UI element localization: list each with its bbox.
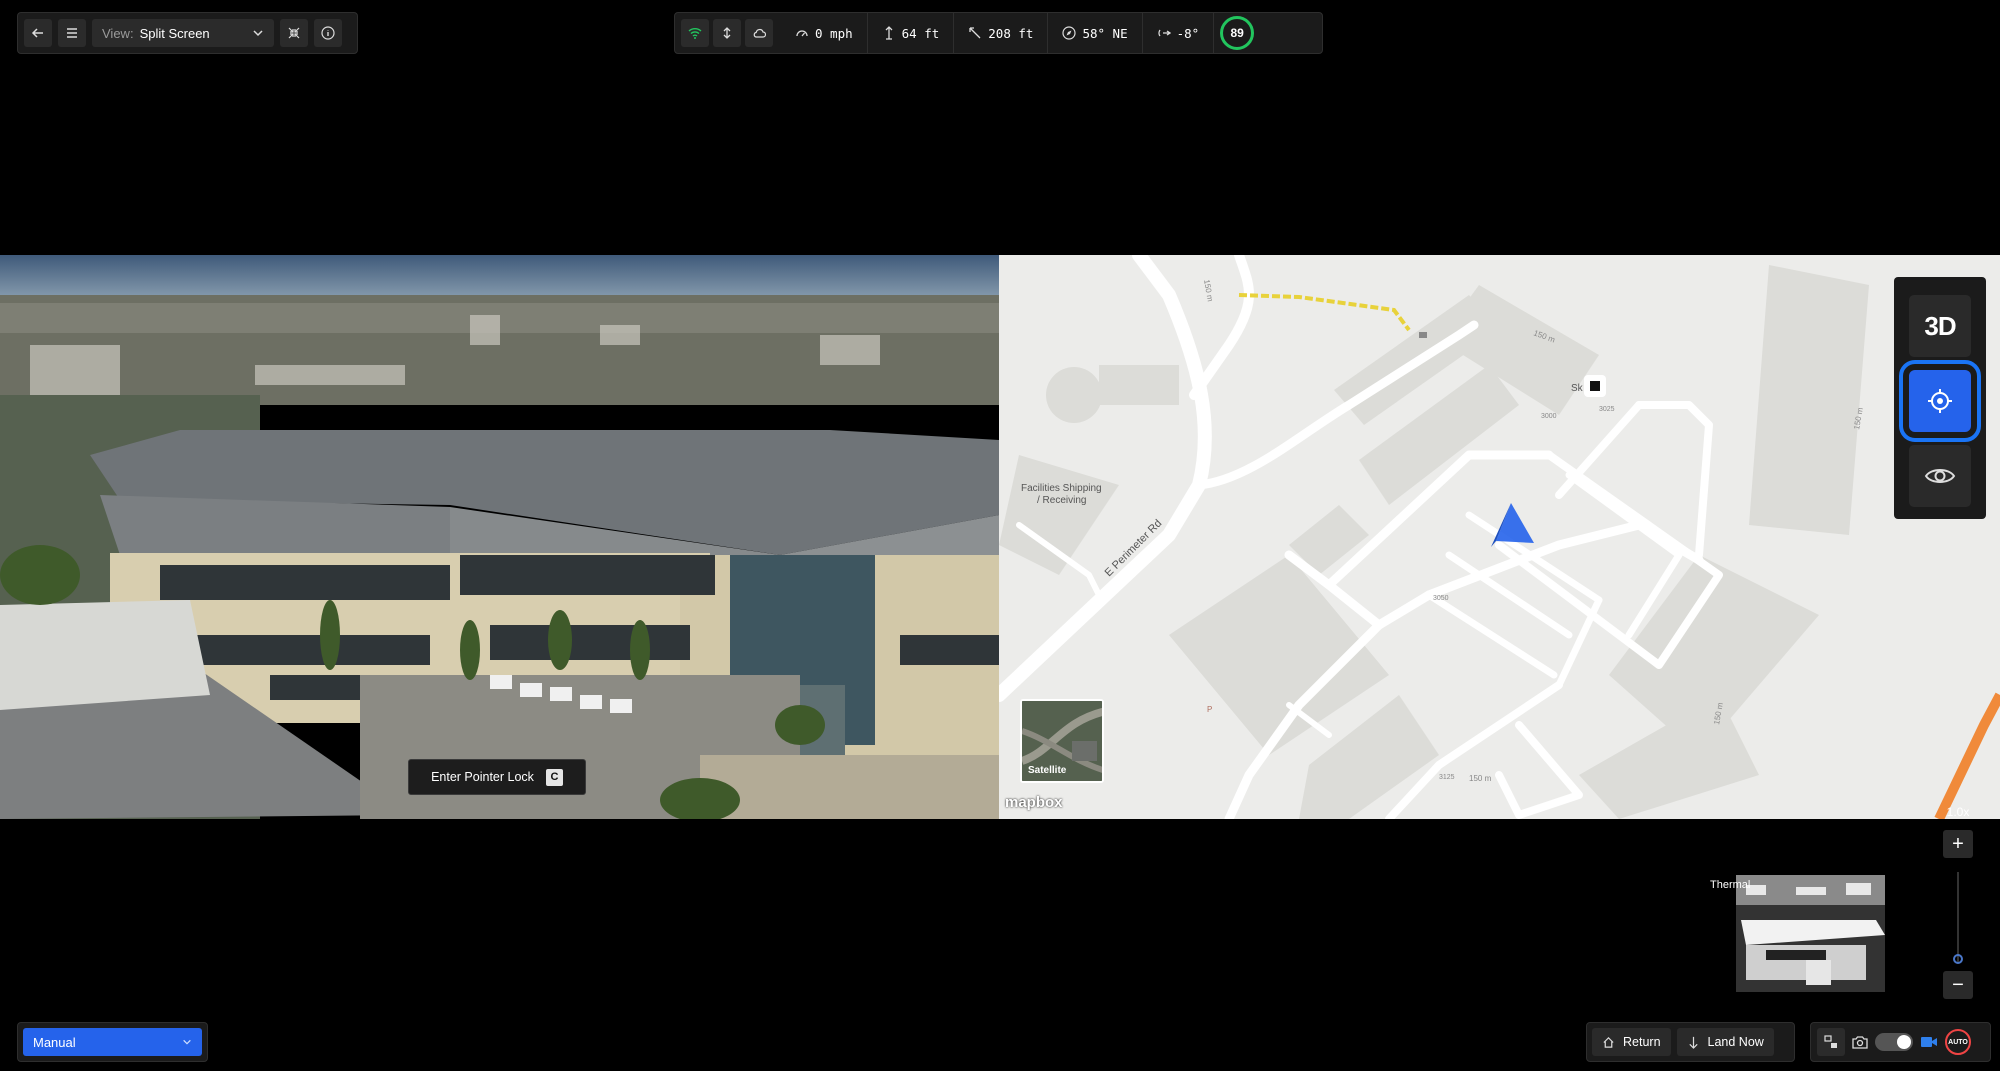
eye-icon	[1924, 469, 1956, 483]
map-label-150m-b: 150 m	[1469, 774, 1492, 783]
3d-view-button[interactable]: 3D	[1909, 295, 1971, 357]
map-view[interactable]: Facilities Shipping / Receiving E Perimet…	[999, 255, 2000, 819]
zoom-slider-handle[interactable]	[1953, 954, 1963, 964]
record-auto-button[interactable]: AUTO	[1945, 1029, 1971, 1055]
heading-value: 58° NE	[1082, 25, 1128, 41]
camera-controls-bar: AUTO	[1810, 1022, 1991, 1062]
map-label-parking: P	[1207, 705, 1212, 714]
gimbal-readout: -8°	[1143, 12, 1215, 54]
info-icon	[321, 26, 335, 40]
distance-readout: 208 ft	[954, 12, 1049, 54]
recenter-button[interactable]	[1899, 360, 1981, 442]
gimbal-value: -8°	[1176, 25, 1200, 41]
return-land-bar: Return Land Now	[1586, 1022, 1795, 1062]
view-toggle-button[interactable]	[1909, 445, 1971, 507]
map-canvas: Facilities Shipping / Receiving E Perimet…	[999, 255, 2000, 819]
chevron-down-icon	[253, 30, 263, 37]
gimbal-pitch-icon	[1157, 29, 1171, 37]
mapbox-logo-text: mapbox	[1005, 794, 1063, 811]
top-left-toolbar: View: Split Screen	[17, 12, 358, 54]
drone-position-icon	[1491, 503, 1534, 547]
flight-mode-select[interactable]: Manual	[23, 1028, 202, 1056]
aerial-building-image	[0, 255, 999, 819]
view-mode-select[interactable]: View: Split Screen	[92, 19, 274, 47]
altitude-readout: 64 ft	[868, 12, 955, 54]
satellite-layer-toggle[interactable]: Satellite	[1020, 699, 1104, 783]
menu-button[interactable]	[58, 19, 86, 47]
zoom-control: 1.0x + −	[1940, 800, 1976, 1005]
collapse-arrows-icon	[288, 27, 300, 39]
heading-readout: 58° NE	[1048, 12, 1143, 54]
camera-swap-button[interactable]	[1817, 1028, 1845, 1056]
swap-cameras-icon	[1824, 1035, 1837, 1048]
link-button[interactable]	[713, 19, 741, 47]
back-button[interactable]	[24, 19, 52, 47]
photo-camera-icon[interactable]	[1852, 1034, 1868, 1050]
flight-mode-bar: Manual	[17, 1022, 208, 1062]
auto-label: AUTO	[1948, 1038, 1968, 1046]
mapbox-attribution[interactable]: mapbox	[1005, 794, 1063, 811]
distance-value: 208 ft	[988, 25, 1034, 41]
route-end-marker	[1419, 332, 1427, 338]
fullscreen-button[interactable]	[280, 19, 308, 47]
photo-video-toggle[interactable]	[1875, 1033, 1913, 1051]
view-select-value: Split Screen	[139, 25, 210, 41]
pointer-lock-shortcut-key: C	[545, 768, 563, 786]
view-select-label: View:	[102, 25, 134, 41]
zoom-level: 1.0x	[1946, 805, 1970, 819]
altitude-arrow-icon	[885, 26, 893, 40]
battery-value: 89	[1230, 26, 1244, 40]
thermal-camera-preview[interactable]	[1736, 875, 1885, 992]
cloud-icon	[753, 28, 766, 38]
flight-mode-value: Manual	[33, 1034, 76, 1050]
home-point-icon	[1584, 375, 1606, 397]
map-control-panel: 3D	[1894, 277, 1986, 519]
crosshair-target-icon	[1928, 389, 1952, 413]
speed-value: 0 mph	[815, 25, 853, 41]
minus-icon: −	[1952, 973, 1964, 996]
map-label-3050: 3050	[1433, 595, 1449, 602]
speed-readout: 0 mph	[781, 12, 868, 54]
drone-link-icon	[723, 27, 731, 39]
map-label-3000: 3000	[1541, 413, 1557, 420]
camera-video-feed[interactable]: Enter Pointer Lock C	[0, 255, 999, 819]
zoom-out-button[interactable]: −	[1943, 971, 1973, 999]
satellite-label: Satellite	[1028, 765, 1067, 776]
zoom-slider-track[interactable]	[1957, 872, 1959, 962]
land-label: Land Now	[1707, 1035, 1764, 1049]
altitude-value: 64 ft	[901, 25, 940, 41]
zoom-in-button[interactable]: +	[1943, 830, 1973, 858]
wifi-signal-icon	[688, 28, 702, 39]
arrow-down-icon	[1688, 1036, 1698, 1049]
return-home-button[interactable]: Return	[1592, 1028, 1671, 1056]
hamburger-menu-icon	[67, 28, 77, 38]
speedometer-icon	[796, 30, 808, 37]
pointer-lock-label: Enter Pointer Lock	[431, 770, 534, 784]
battery-indicator[interactable]: 89	[1220, 16, 1255, 50]
info-button[interactable]	[314, 19, 342, 47]
enter-pointer-lock-button[interactable]: Enter Pointer Lock C	[408, 759, 586, 795]
map-label-150m-e: 150 m	[1202, 279, 1215, 303]
video-camera-icon[interactable]	[1920, 1035, 1938, 1049]
thermal-label: Thermal	[1710, 879, 1751, 891]
chevron-down-icon	[183, 1039, 191, 1045]
diagonal-distance-icon	[969, 27, 981, 39]
map-label-sk: Sk	[1571, 383, 1584, 394]
return-label: Return	[1623, 1035, 1661, 1049]
thermal-image	[1736, 875, 1885, 992]
map-label-3025: 3025	[1599, 406, 1615, 413]
land-now-button[interactable]: Land Now	[1676, 1028, 1774, 1056]
compass-icon	[1062, 26, 1077, 40]
home-icon	[1603, 1036, 1614, 1048]
map-label-3125: 3125	[1439, 774, 1455, 781]
plus-icon: +	[1952, 832, 1964, 855]
arrow-left-icon	[31, 28, 43, 38]
weather-button[interactable]	[745, 19, 773, 47]
3d-label: 3D	[1924, 310, 1956, 341]
signal-button[interactable]	[681, 19, 709, 47]
telemetry-bar: 0 mph 64 ft 208 ft 58° NE -8° 89	[674, 12, 1323, 54]
